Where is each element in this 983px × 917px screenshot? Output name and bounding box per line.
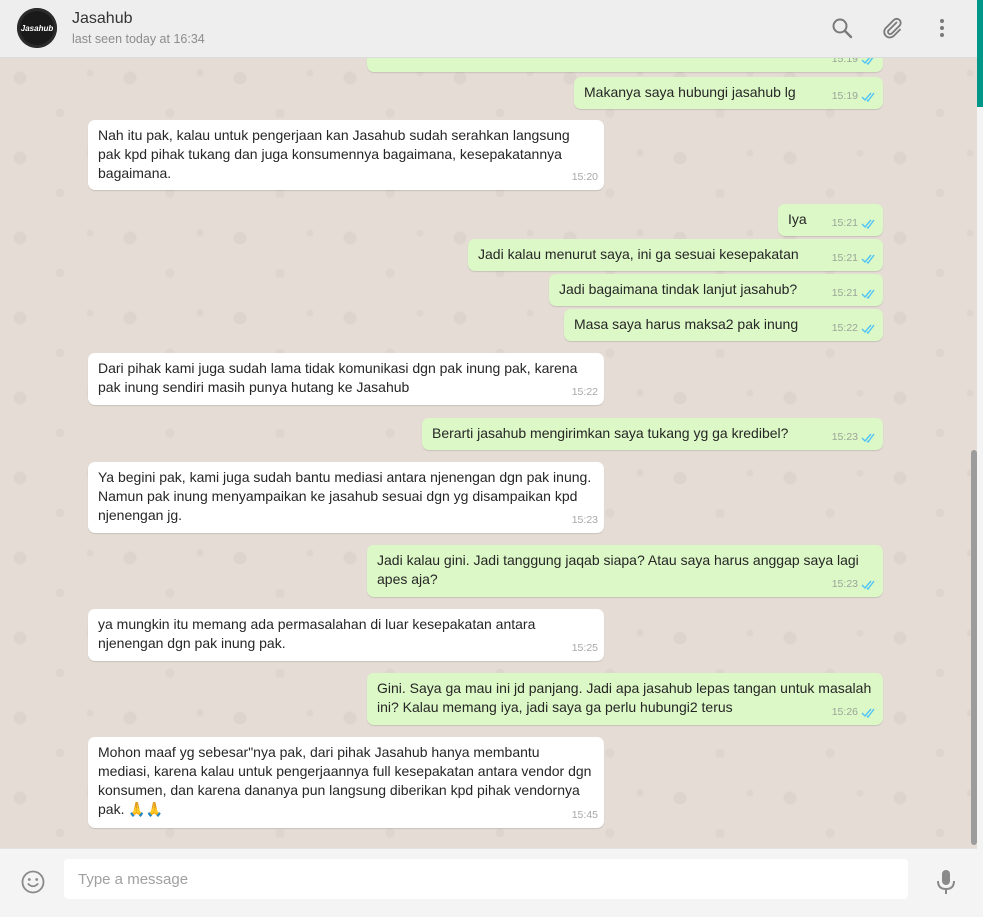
message-text: Masa saya harus maksa2 pak inung — [574, 316, 799, 332]
double-check-icon — [861, 254, 875, 264]
microphone-icon[interactable] — [934, 868, 958, 896]
message-time: 15:22 — [571, 386, 598, 398]
message-time: 15:21 — [831, 287, 858, 299]
double-check-icon — [861, 433, 875, 443]
message-time: 15:25 — [571, 642, 598, 654]
chat-header: Jasahub Jasahub last seen today at 16:34 — [0, 0, 977, 58]
message-outgoing[interactable]: 15:19 — [367, 58, 883, 72]
message-time: 15:23 — [831, 578, 858, 590]
message-outgoing[interactable]: Makanya saya hubungi jasahub lg 15:19 — [574, 77, 883, 109]
composer-bar — [0, 848, 977, 917]
message-time: 15:23 — [571, 514, 598, 526]
message-text: Ya begini pak, kami juga sudah bantu med… — [98, 469, 596, 523]
message-time: 15:21 — [831, 217, 858, 229]
contact-avatar[interactable]: Jasahub — [17, 8, 57, 48]
message-incoming[interactable]: ya mungkin itu memang ada permasalahan d… — [88, 609, 604, 661]
message-time: 15:19 — [831, 90, 858, 102]
message-outgoing[interactable]: Jadi bagaimana tindak lanjut jasahub? 15… — [549, 274, 883, 306]
message-time: 15:45 — [571, 809, 598, 821]
message-incoming[interactable]: Ya begini pak, kami juga sudah bantu med… — [88, 462, 604, 533]
message-outgoing[interactable]: Jadi kalau menurut saya, ini ga sesuai k… — [468, 239, 883, 271]
message-outgoing[interactable]: Iya 15:21 — [778, 204, 883, 236]
message-list[interactable]: 15:19 Makanya saya hubungi jasahub lg 15… — [0, 58, 977, 848]
message-incoming[interactable]: Nah itu pak, kalau untuk pengerjaan kan … — [88, 120, 604, 190]
attach-icon[interactable] — [880, 16, 904, 40]
double-check-icon — [861, 92, 875, 102]
message-text: Jadi kalau gini. Jadi tanggung jaqab sia… — [377, 552, 863, 587]
message-time: 15:20 — [571, 171, 598, 183]
message-outgoing[interactable]: Jadi kalau gini. Jadi tanggung jaqab sia… — [367, 545, 883, 597]
message-text: Makanya saya hubungi jasahub lg — [584, 84, 796, 100]
message-incoming[interactable]: Mohon maaf yg sebesar"nya pak, dari piha… — [88, 737, 604, 828]
message-time: 15:26 — [831, 706, 858, 718]
message-incoming[interactable]: Dari pihak kami juga sudah lama tidak ko… — [88, 353, 604, 405]
contact-name[interactable]: Jasahub — [72, 10, 133, 28]
menu-icon[interactable] — [930, 16, 954, 40]
message-text: Dari pihak kami juga sudah lama tidak ko… — [98, 360, 582, 395]
window-edge — [977, 107, 983, 917]
double-check-icon — [861, 289, 875, 299]
message-text: Jadi bagaimana tindak lanjut jasahub? — [559, 281, 798, 297]
double-check-icon — [861, 219, 875, 229]
message-time: 15:21 — [831, 252, 858, 264]
window-accent-bar — [977, 0, 983, 107]
message-text: Gini. Saya ga mau ini jd panjang. Jadi a… — [377, 680, 876, 715]
message-text: Berarti jasahub mengirimkan saya tukang … — [432, 425, 789, 441]
message-text: Mohon maaf yg sebesar"nya pak, dari piha… — [98, 744, 596, 817]
avatar-logo-text: Jasahub — [20, 23, 54, 33]
message-time: 15:22 — [831, 322, 858, 334]
last-seen-status: last seen today at 16:34 — [72, 32, 205, 46]
message-outgoing[interactable]: Berarti jasahub mengirimkan saya tukang … — [422, 418, 883, 450]
message-time: 15:19 — [831, 58, 858, 65]
message-outgoing[interactable]: Gini. Saya ga mau ini jd panjang. Jadi a… — [367, 673, 883, 725]
message-outgoing[interactable]: Masa saya harus maksa2 pak inung 15:22 — [564, 309, 883, 341]
double-check-icon — [861, 708, 875, 718]
search-icon[interactable] — [830, 16, 854, 40]
message-text: Jadi kalau menurut saya, ini ga sesuai k… — [478, 246, 799, 262]
emoji-icon[interactable] — [20, 869, 46, 895]
message-text: Nah itu pak, kalau untuk pengerjaan kan … — [98, 127, 574, 181]
double-check-icon — [861, 580, 875, 590]
message-time: 15:23 — [831, 431, 858, 443]
double-check-icon — [861, 324, 875, 334]
message-input[interactable] — [64, 859, 908, 899]
message-text: ya mungkin itu memang ada permasalahan d… — [98, 616, 540, 651]
double-check-icon — [861, 58, 874, 65]
